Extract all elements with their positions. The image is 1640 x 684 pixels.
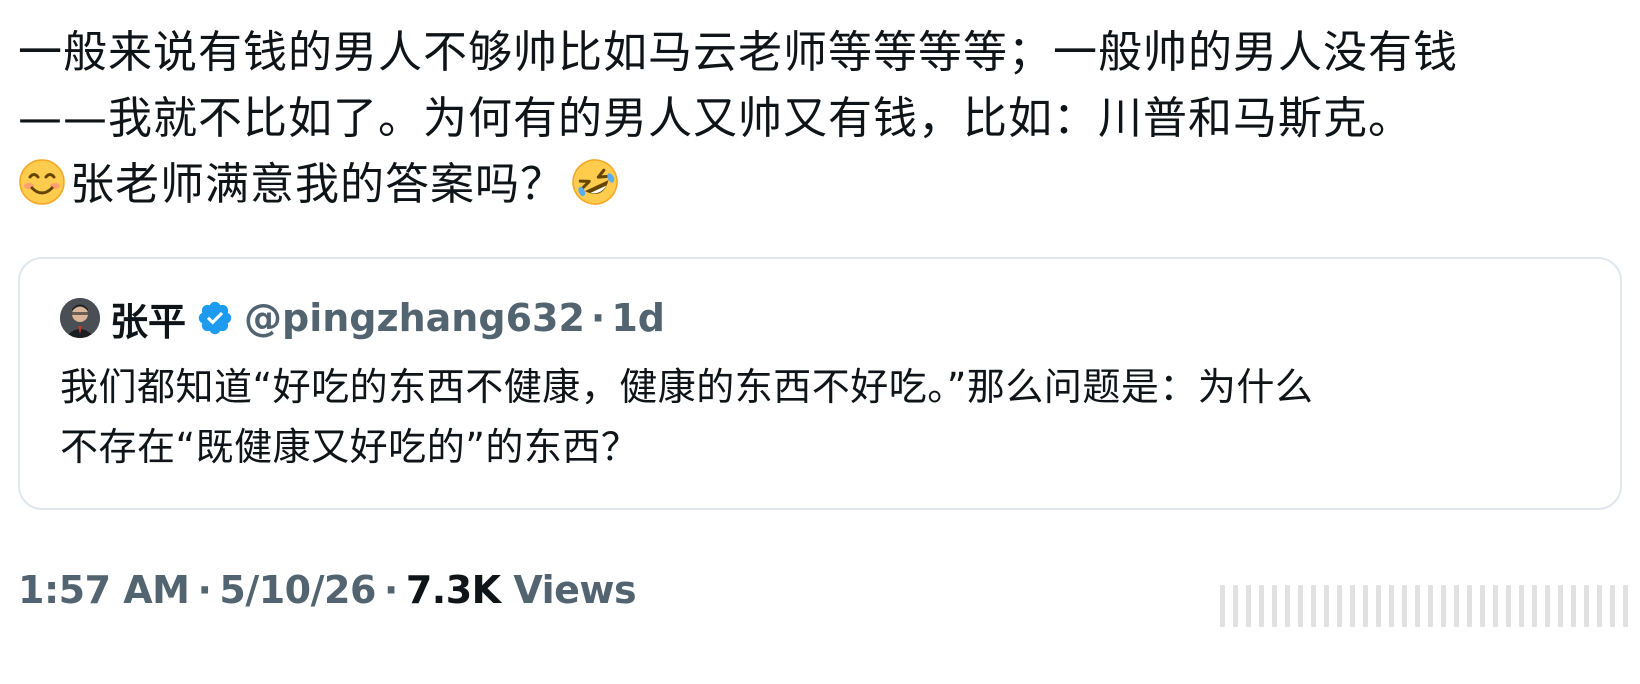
watermark-bar: [1480, 585, 1485, 627]
meta-separator: ·: [197, 568, 212, 612]
tweet-line-1: 一般来说有钱的男人不够帅比如马云老师等等等等；一般帅的男人没有钱: [18, 27, 1458, 78]
watermark-bar: [1350, 585, 1355, 627]
tweet-meta: 1:57 AM · 5/10/26 · 7.3K Views: [18, 568, 637, 612]
quoted-tweet-header: 张平 @pingzhang632 · 1d: [60, 291, 665, 346]
watermark-bar: [1415, 585, 1420, 627]
tweet-page: 一般来说有钱的男人不够帅比如马云老师等等等等；一般帅的男人没有钱 ——我就不比如…: [0, 0, 1640, 684]
tweet-text: 一般来说有钱的男人不够帅比如马云老师等等等等；一般帅的男人没有钱 ——我就不比如…: [18, 20, 1618, 218]
rolling-laughing-emoji-icon: [572, 159, 618, 205]
avatar[interactable]: [60, 298, 100, 338]
watermark-bar: [1545, 585, 1550, 627]
header-separator: ·: [590, 296, 606, 340]
quoted-author-handle[interactable]: @pingzhang632: [244, 296, 585, 340]
watermark-bar: [1389, 585, 1394, 627]
quoted-author-name[interactable]: 张平: [110, 291, 186, 346]
smiling-face-emoji-icon: [19, 159, 65, 205]
watermark-bar: [1506, 585, 1511, 627]
watermark-bar: [1259, 585, 1264, 627]
watermark-bar: [1493, 585, 1498, 627]
quoted-line-2: 不存在“既健康又好吃的”的东西？: [60, 425, 640, 469]
watermark-bar: [1298, 585, 1303, 627]
tweet-line-3-text: 张老师满意我的答案吗？: [70, 159, 565, 210]
quoted-tweet-text: 我们都知道“好吃的东西不健康，健康的东西不好吃。”那么问题是：为什么 不存在“既…: [60, 357, 1580, 477]
watermark-bar: [1285, 585, 1290, 627]
watermark-bar: [1558, 585, 1563, 627]
watermark-bar: [1441, 585, 1446, 627]
tweet-date[interactable]: 5/10/26: [219, 568, 376, 612]
watermark-bar: [1363, 585, 1368, 627]
watermark-bar: [1402, 585, 1407, 627]
views-count: 7.3K: [405, 568, 501, 612]
watermark-bar: [1337, 585, 1342, 627]
watermark-bar: [1428, 585, 1433, 627]
quoted-line-1: 我们都知道“好吃的东西不健康，健康的东西不好吃。”那么问题是：为什么: [60, 365, 1314, 409]
watermark-bar: [1571, 585, 1576, 627]
watermark-bar: [1324, 585, 1329, 627]
watermark-bar: [1532, 585, 1537, 627]
watermark-bar: [1220, 585, 1225, 627]
watermark-bar: [1246, 585, 1251, 627]
watermark-bar: [1519, 585, 1524, 627]
tweet-line-2: ——我就不比如了。为何有的男人又帅又有钱，比如：川普和马斯克。: [18, 93, 1413, 144]
watermark-bar: [1376, 585, 1381, 627]
watermark-bar: [1467, 585, 1472, 627]
watermark-bar: [1623, 585, 1628, 627]
watermark-stripes: [1220, 576, 1640, 636]
quoted-tweet-card[interactable]: 张平 @pingzhang632 · 1d 我们都知道“好吃的东西不健康，健康的…: [18, 257, 1622, 510]
watermark-bar: [1610, 585, 1615, 627]
verified-badge-icon: [198, 301, 232, 335]
watermark-bar: [1272, 585, 1277, 627]
watermark-bar: [1311, 585, 1316, 627]
watermark-bar: [1584, 585, 1589, 627]
tweet-time[interactable]: 1:57 AM: [18, 568, 190, 612]
tweet-line-3: 张老师满意我的答案吗？: [18, 152, 1618, 218]
meta-separator: ·: [383, 568, 398, 612]
watermark-bar: [1233, 585, 1238, 627]
watermark-bar: [1597, 585, 1602, 627]
views-label: Views: [513, 568, 637, 612]
quoted-tweet-time[interactable]: 1d: [611, 296, 665, 340]
watermark-bar: [1454, 585, 1459, 627]
avatar-portrait-icon: [60, 298, 100, 338]
